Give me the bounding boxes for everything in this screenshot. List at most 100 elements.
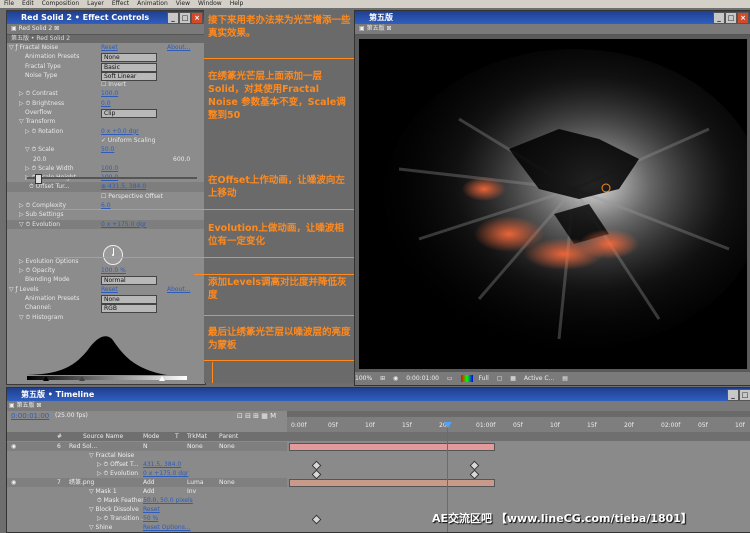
effect-property-row[interactable]: Overflow Clip <box>7 108 205 119</box>
effect-property-row[interactable]: ▷ ⏱ Brightness 0.0 <box>7 99 205 108</box>
effect-property-row[interactable]: Animation Presets None <box>7 294 205 305</box>
property-value[interactable]: 0 x +175.0 dgr <box>101 220 146 229</box>
scale-slider-handle[interactable] <box>35 174 42 184</box>
menu-item[interactable]: Edit <box>22 0 34 7</box>
timeline-layer-row[interactable]: ▷ ⏱ Evolution 0 x +175.0 dgr <box>7 469 287 478</box>
comp-timecode[interactable]: 0:00:01:00 <box>406 375 439 382</box>
close-icon[interactable]: × <box>737 12 749 24</box>
work-area-bar[interactable] <box>287 411 750 417</box>
effect-property-row[interactable]: Channel: RGB <box>7 303 205 314</box>
menu-item[interactable]: Composition <box>42 0 79 7</box>
effect-property-row[interactable] <box>7 229 205 238</box>
transparency-grid-icon[interactable]: ▦ <box>510 375 516 382</box>
reset-link[interactable]: Reset <box>101 285 118 294</box>
layer-name[interactable]: Red Sol... <box>69 442 97 451</box>
timeline-tab[interactable]: 第五版 <box>16 402 34 409</box>
keyframe-icon[interactable] <box>311 469 322 480</box>
effect-property-row[interactable]: ▽ ƒ Fractal Noise Reset About... <box>7 43 205 52</box>
property-value[interactable]: 0 x +175.0 dgr <box>143 469 188 478</box>
layer-name[interactable]: ▽ Fractal Noise <box>89 451 134 460</box>
snapshot-icon[interactable]: ▭ <box>447 375 453 382</box>
effect-property-row[interactable]: Fractal Type Basic <box>7 62 205 72</box>
effect-property-row[interactable]: Noise Type Soft Linear <box>7 71 205 81</box>
effect-property-row[interactable]: Animation Presets None <box>7 52 205 63</box>
composition-titlebar[interactable]: 第五版 _ □ × <box>355 11 750 24</box>
zoom-dropdown[interactable]: 100% <box>355 375 372 382</box>
property-option[interactable]: 600.0 <box>173 155 190 164</box>
views-icon[interactable]: ▤ <box>562 375 568 382</box>
property-value[interactable]: 50.0, 50.0 pixels <box>143 496 193 505</box>
effect-controls-titlebar[interactable]: Red Solid 2 • Effect Controls _ □ × <box>7 11 205 24</box>
about-link[interactable]: About... <box>167 43 190 52</box>
timeline-timecode[interactable]: 0:00:01:00 <box>11 412 49 420</box>
property-option[interactable]: ☐ Invert <box>101 80 126 89</box>
reset-link[interactable]: Reset <box>101 43 118 52</box>
layer-name[interactable]: ▷ ⏱ Evolution <box>97 469 138 478</box>
effect-property-row[interactable]: ▽ Transform <box>7 117 205 126</box>
menu-item[interactable]: Help <box>230 0 244 7</box>
timeline-titlebar[interactable]: 第五版 • Timeline _ □ × <box>7 388 750 401</box>
effect-property-row[interactable]: ▽ ⏱ Scale 50.0 <box>7 145 205 154</box>
composition-tab[interactable]: ▣ 第五版 ⊠ <box>355 24 750 35</box>
menu-item[interactable]: Window <box>198 0 222 7</box>
keyframe-icon[interactable] <box>469 469 480 480</box>
visibility-eye-icon[interactable]: ◉ <box>11 478 16 487</box>
property-value[interactable]: 0.0 <box>101 99 111 108</box>
levels-histogram[interactable] <box>17 329 197 383</box>
layer-name[interactable]: ⏱ Mask Feather <box>97 496 144 505</box>
maximize-icon[interactable]: □ <box>725 12 737 24</box>
menu-item[interactable]: File <box>4 0 14 7</box>
effect-property-row[interactable]: ☐ Perspective Offset <box>7 192 205 201</box>
property-value[interactable]: ⊕ 431.5, 384.0 <box>101 182 146 191</box>
layer-bar-png[interactable] <box>289 479 495 487</box>
safe-zones-icon[interactable]: ⊞ <box>380 375 385 382</box>
maximize-icon[interactable]: □ <box>179 12 191 24</box>
property-value[interactable]: 50 % <box>143 514 158 523</box>
timeline-layer-row[interactable]: ▽ Fractal Noise <box>7 451 287 460</box>
effect-controls-tab[interactable]: ▣ Red Solid 2 ⊠ <box>7 24 205 35</box>
visibility-eye-icon[interactable]: ◉ <box>11 442 16 451</box>
effect-property-row[interactable]: ▷ ⏱ Contrast 100.0 <box>7 89 205 98</box>
layer-name[interactable]: ▷ ⏱ Transition ... <box>97 514 147 523</box>
effect-property-row[interactable]: ▷ ⏱ Rotation 0 x +0.0 dgr <box>7 127 205 136</box>
property-value[interactable]: 100.0 <box>101 89 118 98</box>
timeline-layer-row[interactable]: ▽ Mask 1 Add Inv <box>7 487 287 496</box>
effect-property-row[interactable]: ▽ ⏱ Evolution 0 x +175.0 dgr <box>7 219 205 229</box>
keyframe-icon[interactable] <box>311 514 322 525</box>
menu-item[interactable]: View <box>176 0 190 7</box>
current-time-indicator-icon[interactable] <box>444 422 452 428</box>
menu-item[interactable]: Animation <box>137 0 168 7</box>
timeline-layer-row[interactable]: ◉ 6 Red Sol... N None None <box>7 442 287 451</box>
property-value[interactable]: 431.5, 384.0 <box>143 460 181 469</box>
effect-property-row[interactable]: ✓ Uniform Scaling <box>7 136 205 145</box>
layer-name[interactable]: ▽ Block Dissolve <box>89 505 139 514</box>
blend-mode-dropdown[interactable]: Add <box>143 487 155 496</box>
timeline-tool-icons[interactable]: ⊡ ⊟ ⊞ ▦ M <box>237 412 276 420</box>
property-value[interactable]: 100.0 % <box>101 266 126 275</box>
parent-dropdown[interactable]: None <box>219 478 235 487</box>
maximize-icon[interactable]: □ <box>739 389 750 401</box>
layer-name[interactable]: 绣篆.png <box>69 478 94 487</box>
property-value[interactable]: 50.0 <box>101 145 114 154</box>
property-value[interactable]: Reset <box>143 505 160 514</box>
timeline-layer-row[interactable]: ◉ 7 绣篆.png Add Luma None <box>7 478 287 487</box>
effect-property-row[interactable]: ▷ Sub Settings <box>7 210 205 219</box>
timeline-layer-row[interactable]: ▽ Block Dissolve Reset <box>7 505 287 514</box>
effect-property-row[interactable]: 20.0 600.0 <box>7 155 205 164</box>
about-link[interactable]: About... <box>167 285 190 294</box>
timeline-layer-row[interactable]: ⏱ Mask Feather 50.0, 50.0 pixels <box>7 496 287 505</box>
layer-bar-red-solid[interactable] <box>289 443 495 451</box>
resolution-dropdown[interactable]: Full <box>479 375 489 382</box>
camera-icon[interactable]: ◉ <box>393 375 398 382</box>
effect-property-row[interactable]: ▽ ⏱ Histogram <box>7 313 205 322</box>
close-icon[interactable]: × <box>191 12 203 24</box>
blend-mode-dropdown[interactable]: N <box>143 442 148 451</box>
track-matte-dropdown[interactable]: Inv <box>187 487 196 496</box>
time-ruler[interactable]: 0:00f 05f 10f 15f 20f 01:00f 05f 10f 15f 20f 02:00… <box>287 411 750 432</box>
layer-name[interactable]: ▷ ⏱ Offset T... <box>97 460 139 469</box>
menu-item[interactable]: Effect <box>112 0 129 7</box>
scale-slider[interactable] <box>27 174 197 184</box>
property-value[interactable]: 0 x +0.0 dgr <box>101 127 139 136</box>
property-value[interactable]: 100.0 <box>101 164 118 173</box>
minimize-icon[interactable]: _ <box>167 12 179 24</box>
